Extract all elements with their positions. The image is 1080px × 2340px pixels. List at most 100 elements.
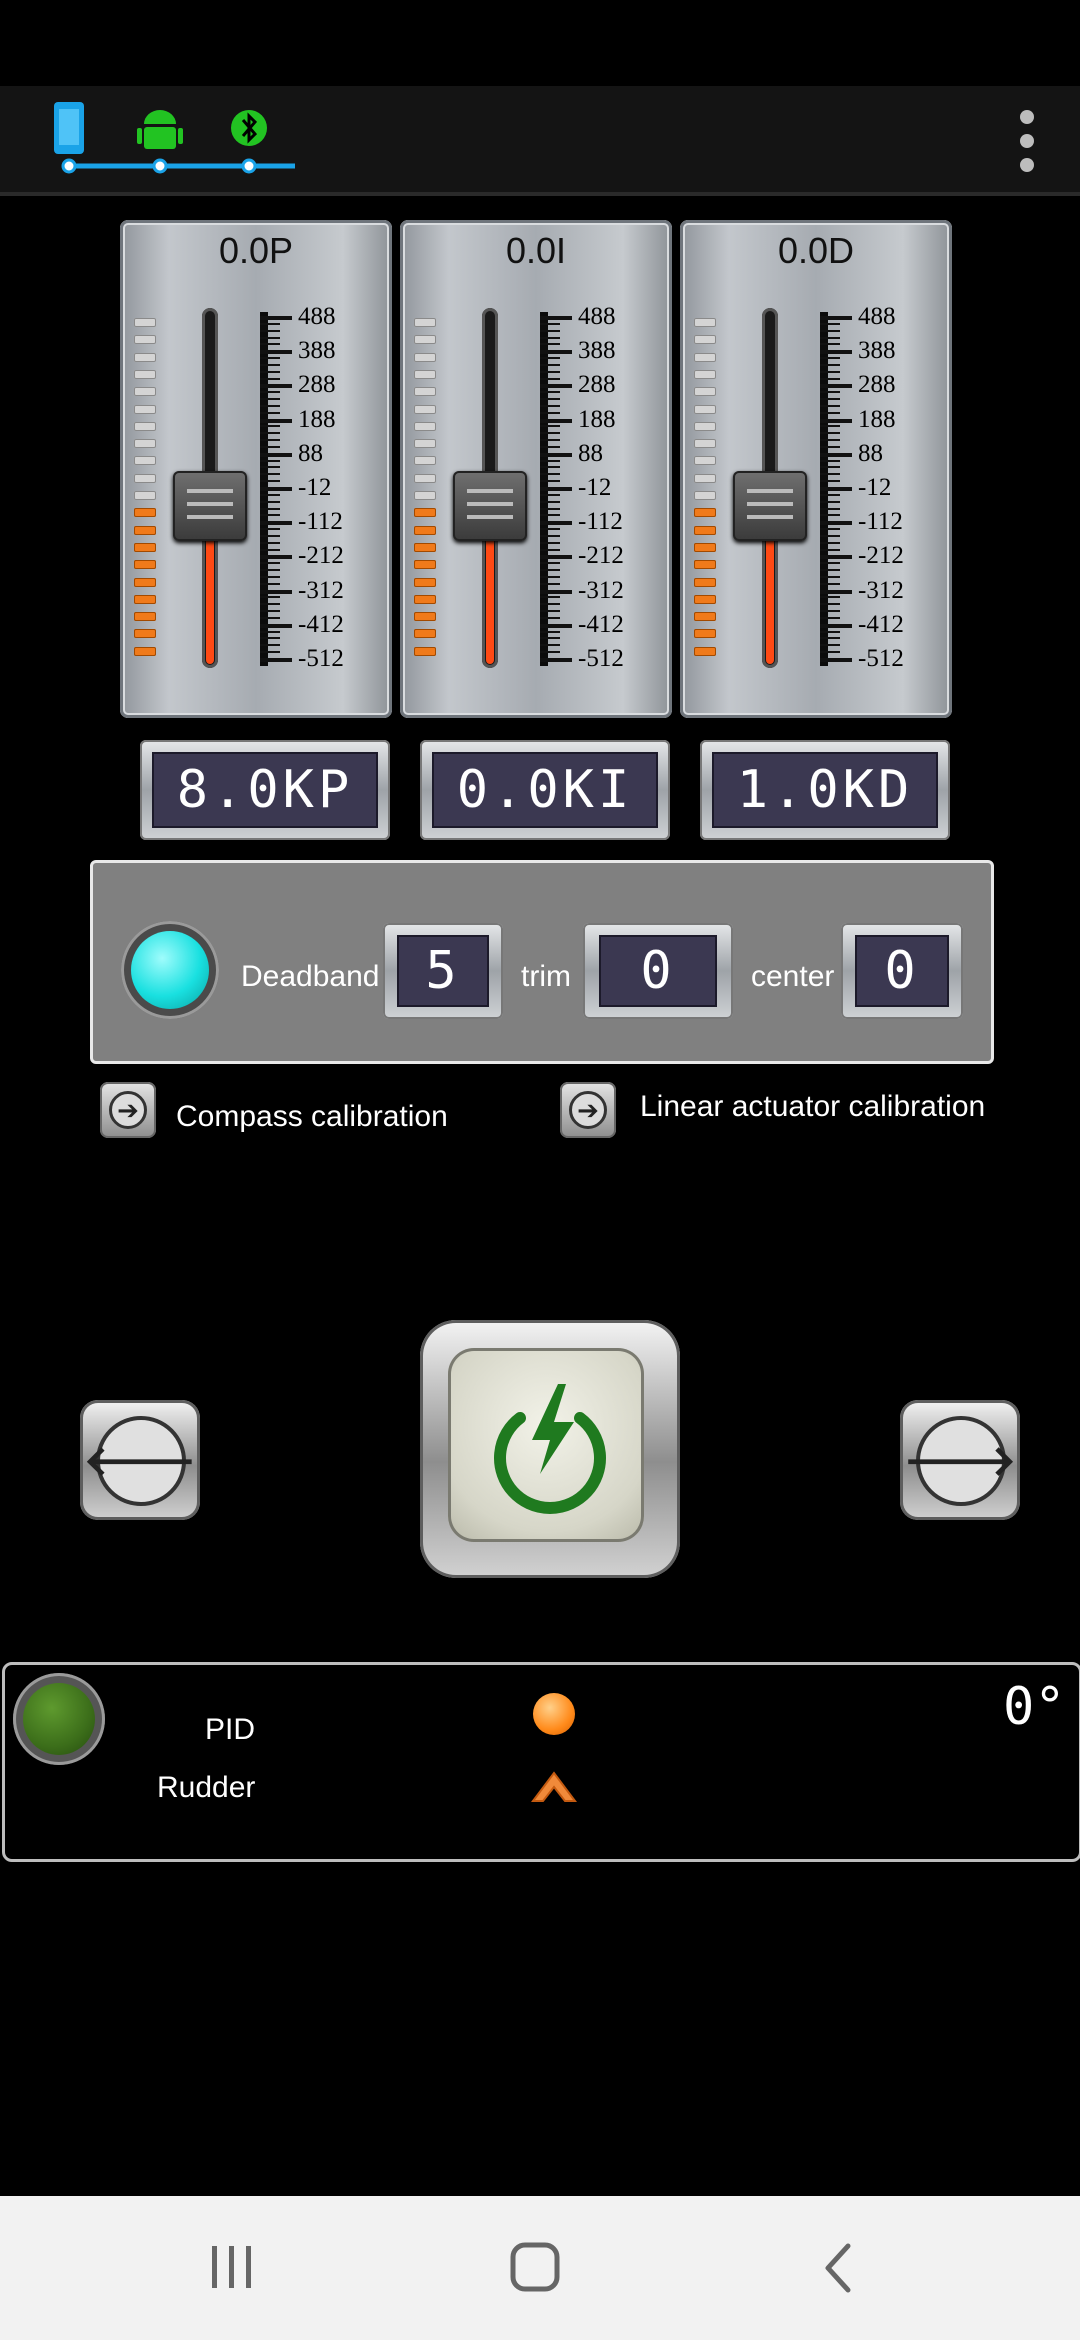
trim-value: 0 — [599, 935, 717, 1007]
scale-tick — [260, 418, 292, 423]
level-led — [414, 491, 436, 500]
level-led — [134, 577, 156, 587]
scale-tick — [820, 528, 840, 531]
scale-tick — [260, 452, 292, 457]
level-led — [694, 369, 716, 379]
scale-tick — [260, 658, 292, 662]
home-icon[interactable] — [508, 2240, 564, 2296]
scale-tick — [260, 487, 292, 491]
scale-tick — [820, 507, 840, 510]
scale-tick — [540, 487, 572, 491]
level-led — [134, 352, 156, 362]
recent-apps-icon[interactable] — [208, 2242, 258, 2292]
scale-tick — [260, 548, 280, 551]
scale-tick — [820, 432, 840, 435]
scale-tick — [260, 500, 280, 503]
app-bar — [0, 86, 1080, 196]
scale-tick — [820, 569, 840, 572]
compass-calibration-button[interactable]: ➔ — [100, 1082, 156, 1138]
level-led — [414, 352, 436, 362]
scale-tick — [820, 658, 852, 662]
overflow-menu-icon[interactable] — [1000, 106, 1054, 176]
scale-tick — [260, 411, 280, 414]
left-button[interactable]: 🡐 — [80, 1400, 200, 1520]
right-button[interactable]: 🡒 — [900, 1400, 1020, 1520]
scale-tick — [820, 630, 840, 633]
settings-panel: Deadband 5 trim 0 center 0 — [90, 860, 994, 1064]
scale-tick — [260, 343, 280, 346]
scale-tick — [820, 651, 840, 654]
scale-label: 88 — [298, 439, 323, 467]
scale-label: 188 — [298, 405, 336, 433]
level-led — [694, 577, 716, 587]
level-led — [414, 318, 436, 327]
power-button[interactable] — [420, 1320, 680, 1578]
scale-tick — [260, 644, 280, 647]
rudder-chevron-icon — [531, 1771, 577, 1802]
scale-tick — [820, 322, 840, 325]
scale-tick — [820, 493, 840, 496]
level-led — [134, 318, 156, 327]
deadband-field[interactable]: 5 — [383, 923, 503, 1019]
scale-tick — [260, 596, 280, 599]
scale-tick — [260, 507, 280, 510]
trim-field[interactable]: 0 — [583, 923, 733, 1019]
scale-tick — [540, 357, 560, 360]
fader-title: 0.0P — [218, 230, 294, 271]
scale-label: 388 — [298, 337, 336, 365]
scale-label: -12 — [858, 474, 892, 501]
indicator-button[interactable] — [121, 921, 219, 1019]
level-led — [414, 456, 436, 466]
scale-tick — [260, 623, 292, 628]
scale-label: -112 — [578, 508, 623, 536]
scale-tick — [260, 630, 280, 633]
level-led — [694, 594, 716, 604]
scale-label: 388 — [858, 337, 896, 365]
level-led — [134, 491, 156, 500]
scale-tick — [820, 596, 840, 599]
scale-tick — [260, 329, 280, 332]
scale-label: 188 — [858, 405, 896, 433]
level-led — [134, 473, 156, 483]
scale-label: -212 — [578, 542, 624, 570]
scale-tick — [540, 473, 560, 476]
scale-tick — [540, 569, 560, 572]
scale-tick — [820, 541, 840, 544]
i-gain-display: 0.0KI — [420, 740, 670, 840]
level-led — [414, 542, 436, 552]
p-gain-display: 8.0KP — [140, 740, 390, 840]
rudder-label: Rudder — [157, 1771, 256, 1804]
system-navbar — [0, 2196, 1080, 2340]
scale-tick — [540, 596, 560, 599]
level-led — [134, 629, 156, 639]
level-led — [134, 646, 156, 656]
scale-tick — [820, 500, 840, 503]
level-led — [694, 352, 716, 362]
scale-label: -412 — [578, 610, 624, 638]
level-led — [694, 542, 716, 552]
scale-tick — [820, 534, 840, 537]
scale-tick — [820, 411, 840, 414]
scale-tick — [820, 439, 840, 442]
scale-tick — [820, 575, 840, 578]
scale-label: 288 — [578, 371, 616, 399]
fader-knob[interactable] — [733, 471, 807, 541]
scale-tick — [540, 658, 572, 662]
scale-label: -412 — [858, 610, 904, 638]
fader-knob[interactable] — [173, 471, 247, 541]
scale-tick — [260, 316, 292, 320]
scale-tick — [540, 651, 560, 654]
level-led — [694, 629, 716, 639]
back-icon[interactable] — [818, 2240, 858, 2296]
level-led — [694, 646, 716, 656]
level-led — [134, 542, 156, 552]
level-led — [694, 525, 716, 535]
scale-tick — [820, 336, 840, 339]
scale-tick — [540, 363, 560, 366]
center-field[interactable]: 0 — [841, 923, 963, 1019]
fader-knob[interactable] — [453, 471, 527, 541]
linear-actuator-calibration-button[interactable]: ➔ — [560, 1082, 616, 1138]
scale-tick — [260, 459, 280, 462]
scale-tick — [820, 357, 840, 360]
scale-tick — [260, 534, 280, 537]
